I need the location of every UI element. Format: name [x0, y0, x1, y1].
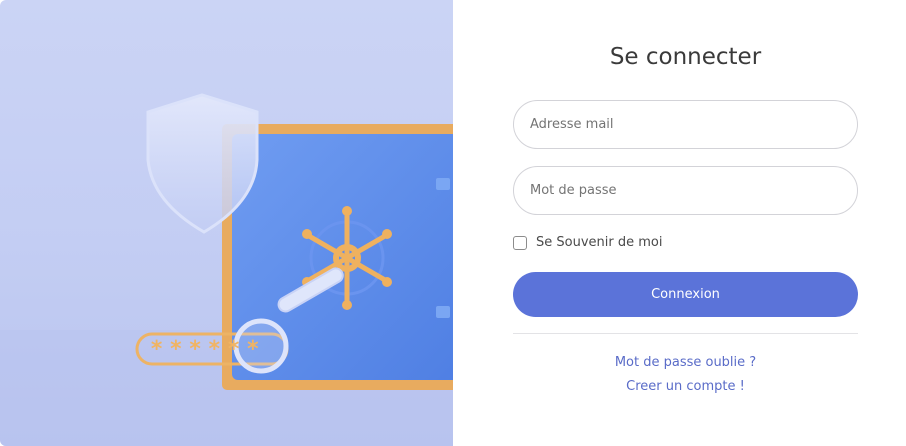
create-account-link[interactable]: Creer un compte ! [513, 379, 858, 394]
illustration-scene [0, 93, 453, 446]
forgot-password-link[interactable]: Mot de passe oublie ? [513, 355, 858, 370]
remember-me-label: Se Souvenir de moi [536, 235, 663, 250]
divider [513, 333, 858, 334]
password-mask-text: ****** [150, 337, 266, 362]
password-field[interactable] [513, 166, 858, 215]
remember-me[interactable]: Se Souvenir de moi [513, 235, 662, 250]
login-form-panel: Se connecter Se Souvenir de moi Connexio… [453, 0, 906, 446]
email-field[interactable] [513, 100, 858, 149]
page-title: Se connecter [609, 44, 762, 70]
login-button[interactable]: Connexion [513, 272, 858, 317]
security-illustration: ****** [0, 0, 453, 446]
password-input[interactable] [514, 167, 857, 214]
email-input[interactable] [514, 101, 857, 148]
login-card: ****** Se connecter Se Souvenir de moi C… [0, 0, 906, 446]
remember-me-checkbox[interactable] [513, 235, 527, 250]
